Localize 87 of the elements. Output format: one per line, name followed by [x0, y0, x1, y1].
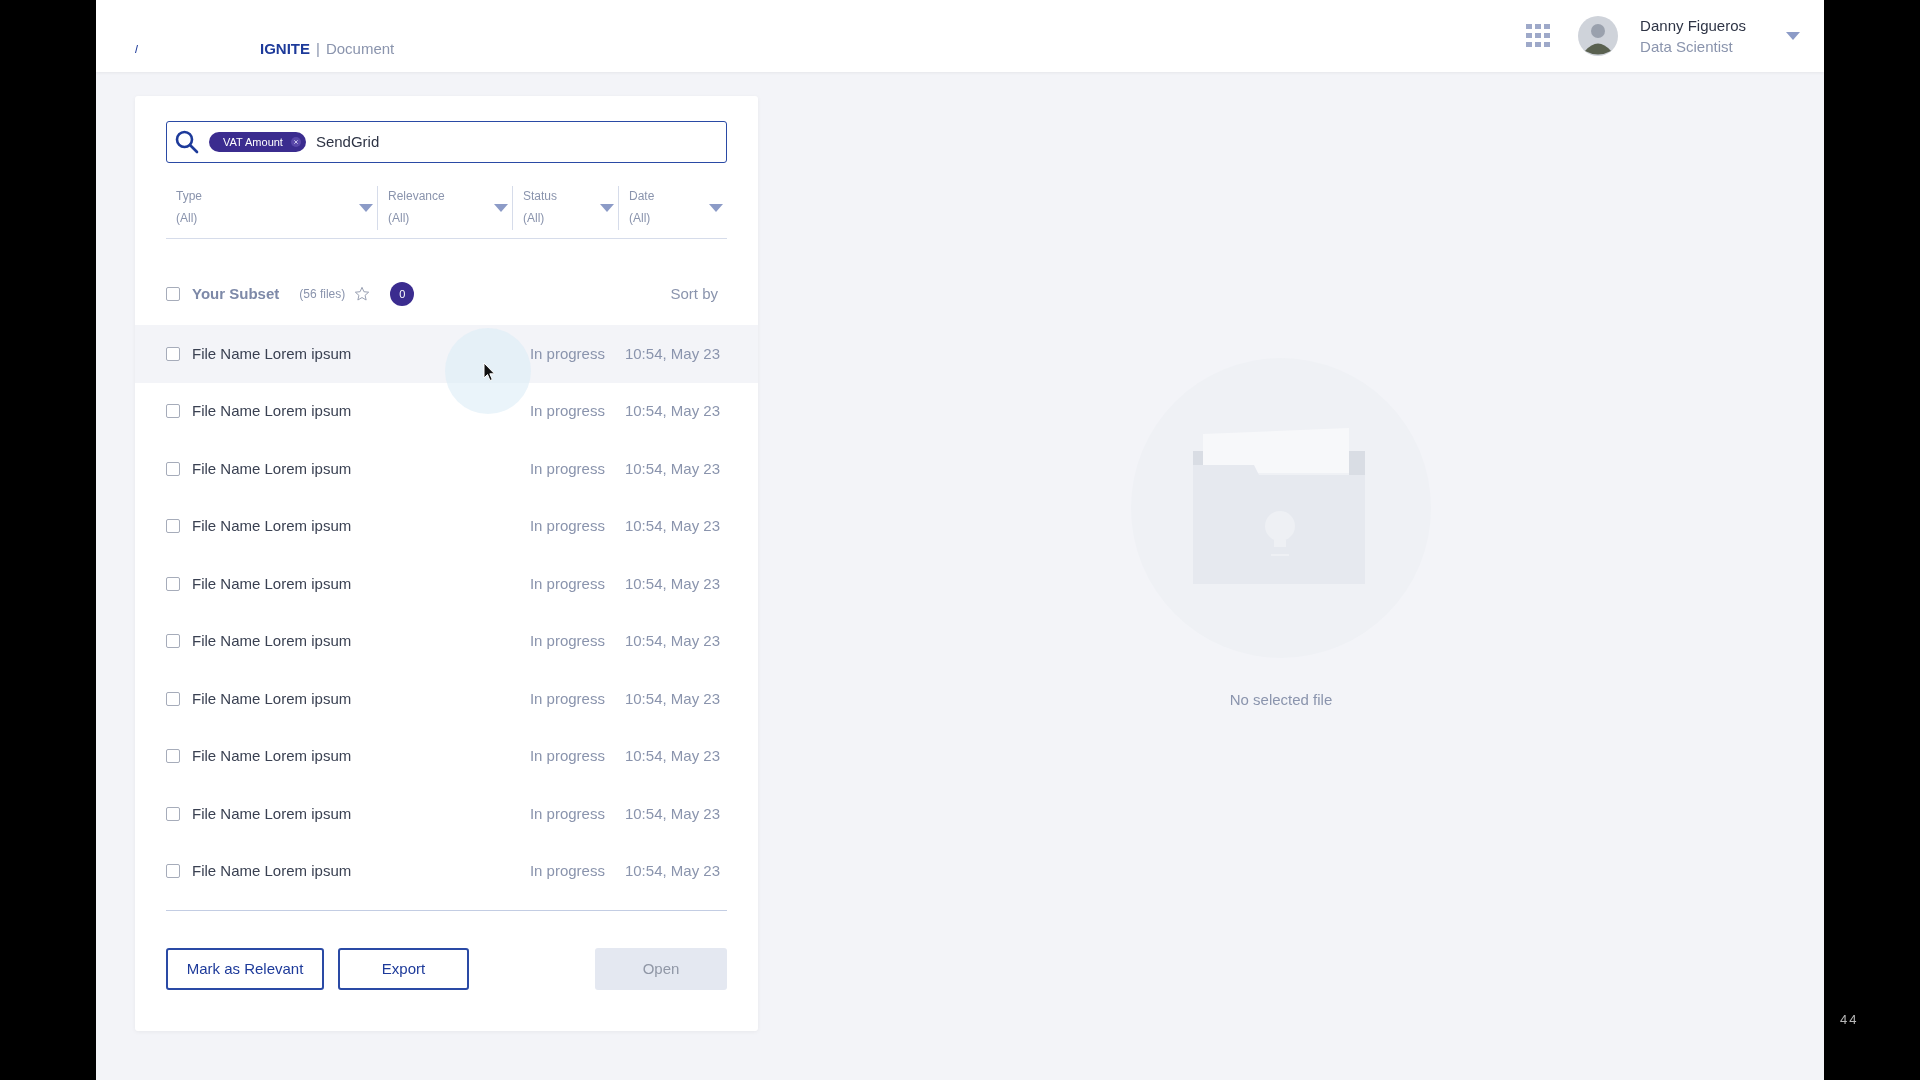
subset-title: Your Subset: [192, 283, 280, 304]
checkbox[interactable]: [166, 691, 180, 706]
file-status: In progress: [529, 401, 605, 421]
file-row[interactable]: File Name Lorem ipsum In progress 10:54, May 23: [135, 727, 758, 785]
file-status: In progress: [529, 746, 605, 766]
file-timestamp: 10:54, May 23: [624, 401, 720, 421]
file-name: File Name Lorem ipsum: [192, 343, 353, 364]
file-row[interactable]: File Name Lorem ipsum In progress 10:54, May 23: [135, 497, 758, 555]
mouse-cursor-icon: [483, 362, 496, 382]
user-name: Danny Figueros: [1640, 16, 1746, 36]
file-row[interactable]: File Name Lorem ipsum In progress 10:54, May 23: [135, 382, 758, 440]
file-status: In progress: [529, 458, 605, 479]
file-name: File Name Lorem ipsum: [192, 861, 353, 881]
count-badge: 0: [390, 282, 415, 306]
apps-grid-icon[interactable]: [1526, 24, 1551, 48]
file-row[interactable]: File Name Lorem ipsum In progress 10:54, May 23: [135, 555, 758, 613]
file-name: File Name Lorem ipsum: [192, 516, 353, 536]
file-status: In progress: [529, 573, 605, 594]
search-field[interactable]: VAT Amount SendGrid: [166, 121, 727, 163]
separator: |: [316, 38, 320, 59]
file-name: File Name Lorem ipsum: [192, 573, 353, 594]
file-row[interactable]: File Name Lorem ipsum In progress 10:54, May 23: [135, 325, 758, 383]
file-name: File Name Lorem ipsum: [192, 688, 353, 709]
filter-value: (All): [176, 210, 199, 227]
checkbox[interactable]: [166, 749, 180, 764]
file-status: In progress: [529, 688, 605, 709]
page-number: 44: [1840, 1011, 1859, 1029]
checkbox[interactable]: [166, 287, 180, 301]
file-status: In progress: [529, 631, 605, 651]
file-timestamp: 10:54, May 23: [624, 746, 720, 766]
checkbox[interactable]: [166, 576, 180, 591]
file-name: File Name Lorem ipsum: [192, 631, 353, 651]
filter-label: Date: [629, 188, 656, 205]
checkbox[interactable]: [166, 806, 180, 821]
file-timestamp: 10:54, May 23: [624, 688, 720, 709]
filter-value: (All): [629, 210, 652, 227]
checkbox[interactable]: [166, 461, 180, 476]
file-timestamp: 10:54, May 23: [624, 516, 720, 536]
filter-chip[interactable]: VAT Amount: [209, 132, 306, 152]
file-count: (56 files): [299, 286, 346, 303]
file-timestamp: 10:54, May 23: [624, 861, 720, 881]
caret-icon: [709, 204, 723, 212]
action-button[interactable]: Mark as Relevant: [166, 948, 324, 990]
file-status: In progress: [529, 343, 605, 364]
search-icon: [175, 130, 199, 154]
file-timestamp: 10:54, May 23: [624, 458, 720, 479]
logo-mark-icon: [135, 45, 138, 53]
caret-icon: [494, 204, 508, 212]
file-status: In progress: [529, 516, 605, 536]
search-input[interactable]: SendGrid: [315, 130, 718, 154]
filter-value: (All): [523, 210, 546, 227]
caret-icon: [359, 204, 373, 212]
filter-label: Relevance: [388, 188, 446, 205]
file-row[interactable]: File Name Lorem ipsum In progress 10:54, May 23: [135, 785, 758, 843]
action-button[interactable]: Export: [338, 948, 469, 990]
file-status: In progress: [529, 803, 605, 824]
user-role: Data Scientist: [1640, 37, 1734, 57]
caret-icon[interactable]: [1786, 32, 1800, 40]
close-icon[interactable]: [290, 137, 301, 147]
chip-label: VAT Amount: [223, 134, 283, 150]
file-timestamp: 10:54, May 23: [624, 803, 720, 824]
filter-value: (All): [388, 210, 411, 227]
app-name: IGNITE: [260, 38, 310, 59]
file-row[interactable]: File Name Lorem ipsum In progress 10:54, May 23: [135, 670, 758, 728]
file-name: File Name Lorem ipsum: [192, 458, 353, 479]
file-name: File Name Lorem ipsum: [192, 803, 353, 824]
checkbox[interactable]: [166, 864, 180, 879]
file-row[interactable]: File Name Lorem ipsum In progress 10:54, May 23: [135, 612, 758, 670]
file-timestamp: 10:54, May 23: [624, 573, 720, 594]
filter-label: Type: [176, 188, 203, 205]
empty-state-message: No selected file: [1229, 690, 1333, 710]
file-timestamp: 10:54, May 23: [624, 343, 720, 364]
file-row[interactable]: File Name Lorem ipsum In progress 10:54, May 23: [135, 842, 758, 900]
filter-label: Status: [523, 188, 559, 205]
checkbox[interactable]: [166, 634, 180, 649]
file-status: In progress: [529, 861, 605, 881]
file-row[interactable]: File Name Lorem ipsum In progress 10:54, May 23: [135, 440, 758, 498]
caret-icon: [600, 204, 614, 212]
avatar[interactable]: [1578, 16, 1619, 56]
checkbox[interactable]: [166, 519, 180, 534]
checkbox[interactable]: [166, 346, 180, 361]
file-name: File Name Lorem ipsum: [192, 401, 353, 421]
star-icon[interactable]: [354, 286, 371, 302]
file-name: File Name Lorem ipsum: [192, 746, 353, 766]
section-title: Document: [325, 38, 395, 59]
file-timestamp: 10:54, May 23: [624, 631, 720, 651]
checkbox[interactable]: [166, 404, 180, 419]
